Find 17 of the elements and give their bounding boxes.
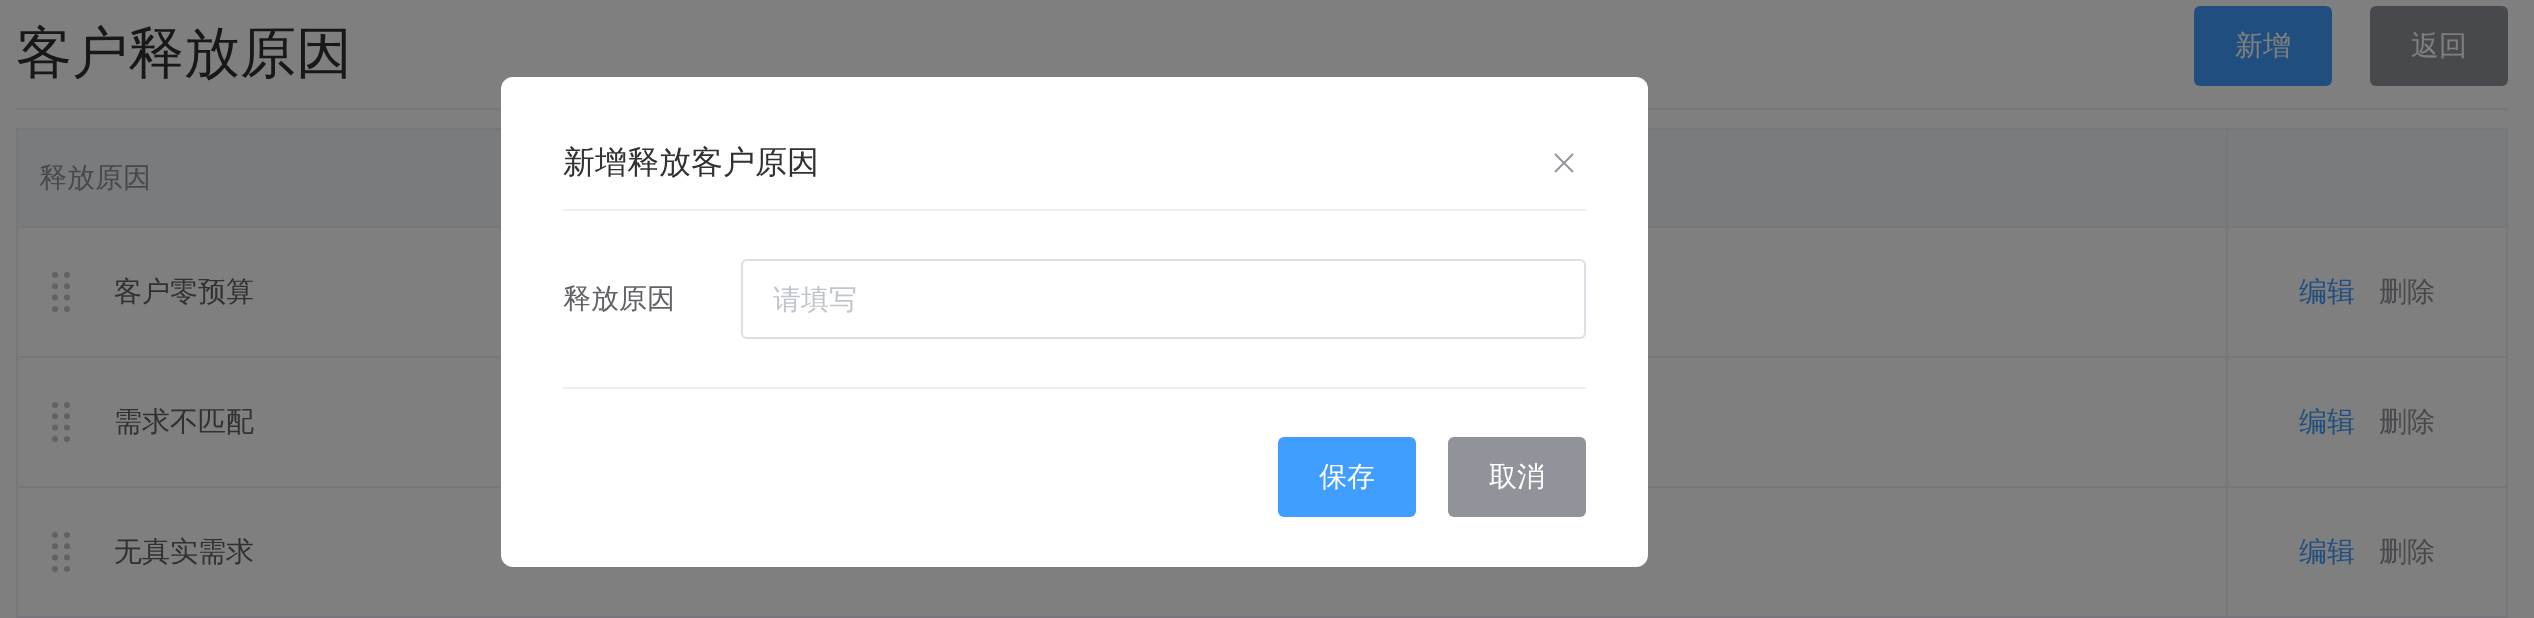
- add-button[interactable]: 新增: [2194, 6, 2332, 86]
- field-label: 释放原因: [563, 281, 676, 317]
- reason-input-field[interactable]: 请填写: [741, 259, 1586, 339]
- reason-text: 客户零预算: [114, 274, 254, 310]
- save-button[interactable]: 保存: [1278, 437, 1416, 517]
- edit-link[interactable]: 编辑: [2299, 533, 2355, 571]
- dialog-title: 新增释放客户原因: [563, 142, 819, 183]
- drag-handle-icon[interactable]: [52, 402, 70, 442]
- edit-link[interactable]: 编辑: [2299, 273, 2355, 311]
- reason-text: 无真实需求: [114, 534, 254, 570]
- page-title: 客户释放原因: [16, 19, 352, 87]
- drag-handle-icon[interactable]: [52, 272, 70, 312]
- drag-handle-icon[interactable]: [52, 532, 70, 572]
- edit-link[interactable]: 编辑: [2299, 403, 2355, 441]
- close-icon[interactable]: [1554, 153, 1574, 173]
- reason-text: 需求不匹配: [114, 404, 254, 440]
- cancel-button[interactable]: 取消: [1448, 437, 1586, 517]
